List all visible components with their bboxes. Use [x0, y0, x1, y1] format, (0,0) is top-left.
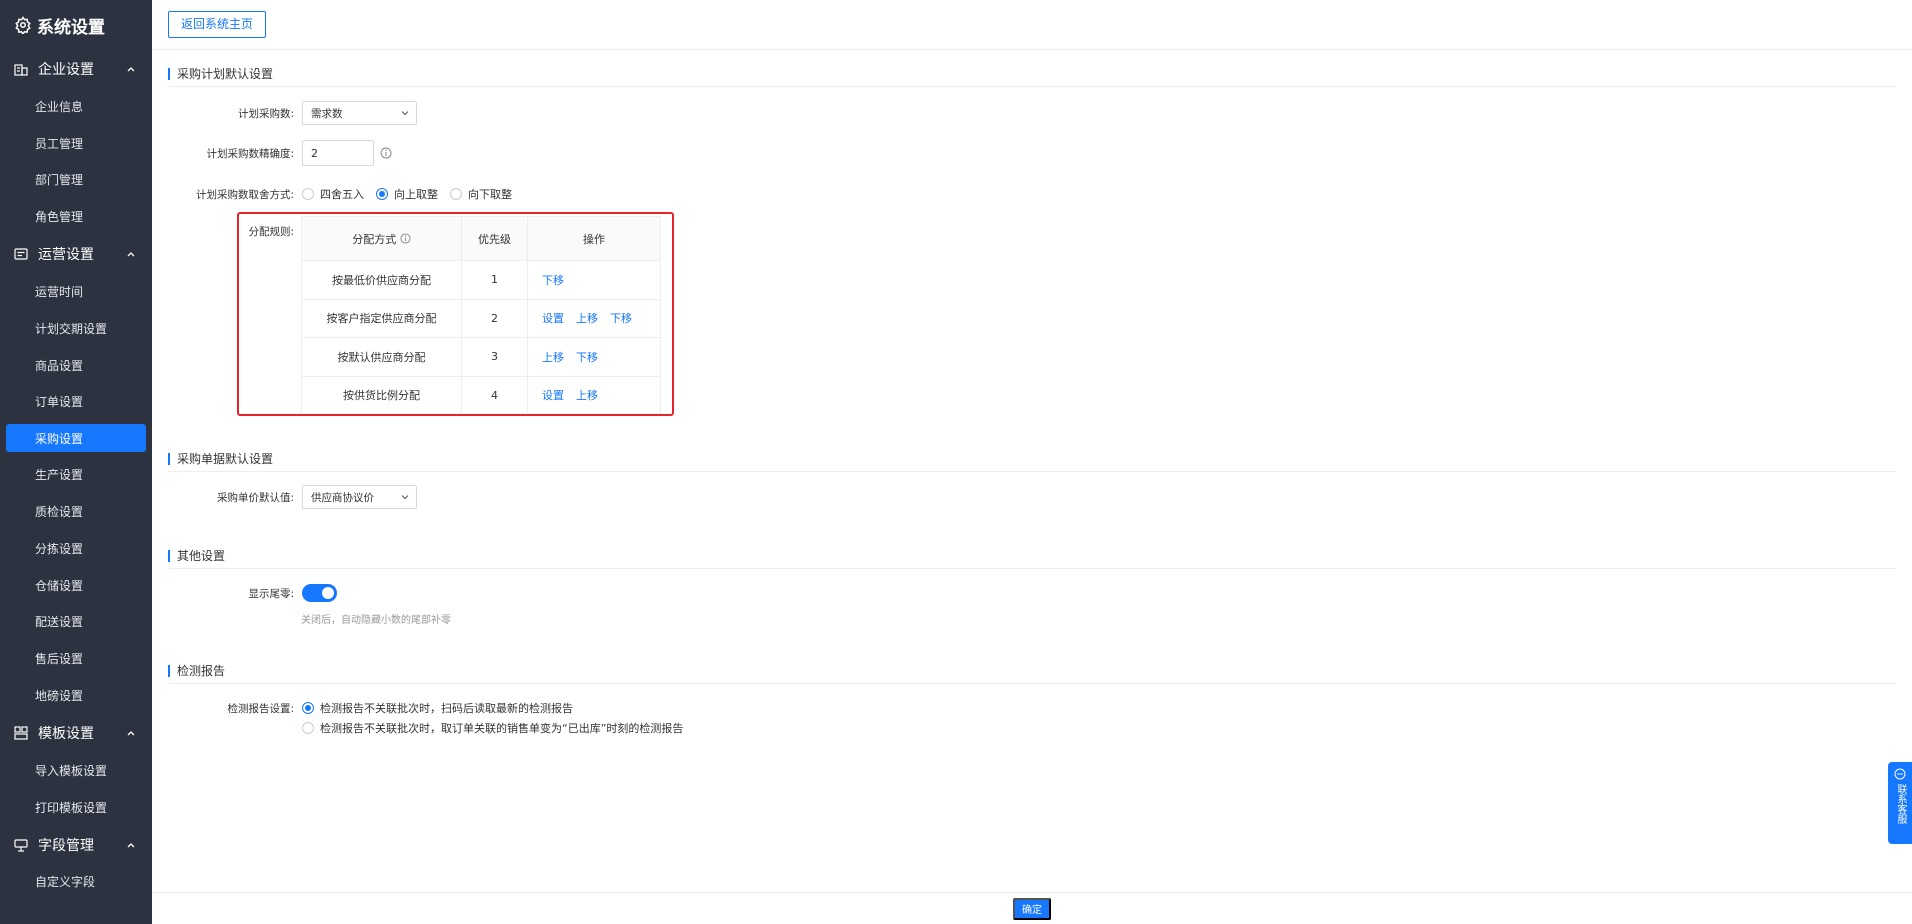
sidebar-item[interactable]: 打印模板设置 — [0, 789, 152, 826]
section-plan: 采购计划默认设置 — [168, 68, 1896, 87]
qty-row: 计划采购数: 需求数 — [152, 101, 417, 125]
sidebar-title: 系统设置 — [0, 0, 152, 50]
sidebar-item[interactable]: 导入模板设置 — [0, 752, 152, 789]
sidebar-title-text: 系统设置 — [37, 17, 105, 38]
section-title: 采购计划默认设置 — [168, 68, 1896, 80]
sidebar-group-label: 企业设置 — [38, 62, 94, 78]
sidebar-group-label: 运营设置 — [38, 247, 94, 264]
sidebar-group-templates[interactable]: 模板设置 — [0, 714, 152, 752]
sidebar-group-enterprise[interactable]: 企业设置 — [0, 50, 152, 88]
sidebar-item[interactable]: 配送设置 — [0, 604, 152, 641]
tail-zero-toggle[interactable] — [302, 584, 337, 602]
select-value: 需求数 — [311, 107, 343, 120]
sidebar-item[interactable]: 生产设置 — [0, 456, 152, 493]
field-label: 显示尾零: — [248, 587, 294, 600]
sidebar-item[interactable]: 自定义字段 — [0, 864, 152, 901]
price-select[interactable]: 供应商协议价 — [302, 485, 417, 509]
radio-circle-checked — [302, 702, 314, 714]
section-title: 检测报告 — [168, 665, 1896, 677]
customer-service-label: 联系客服 — [1895, 784, 1906, 824]
sidebar-item[interactable]: 企业信息 — [0, 88, 152, 125]
chevron-up-icon — [127, 67, 135, 72]
qty-select[interactable]: 需求数 — [302, 101, 417, 125]
sidebar-group-fields[interactable]: 字段管理 — [0, 826, 152, 864]
chat-icon — [1894, 768, 1906, 780]
sidebar-item[interactable]: 地磅设置 — [0, 677, 152, 714]
tail-row: 显示尾零: — [152, 584, 337, 602]
radio-label: 检测报告不关联批次时，取订单关联的销售单变为“已出库”时刻的检测报告 — [320, 722, 684, 735]
radio-round-half[interactable]: 四舍五入 — [302, 186, 364, 202]
radio-circle-checked — [376, 188, 388, 200]
section-report: 检测报告 — [168, 665, 1896, 684]
field-label: 计划采购数: — [237, 107, 294, 120]
sidebar-item[interactable]: 质检设置 — [0, 493, 152, 530]
rounding-row: 计划采购数取舍方式: 四舍五入 向上取整 向下取整 — [152, 186, 524, 202]
radio-round-up[interactable]: 向上取整 — [376, 186, 438, 202]
field-label: 计划采购数取舍方式: — [195, 188, 294, 201]
back-to-home-button[interactable]: 返回系统主页 — [168, 11, 267, 38]
field-label: 检测报告设置: — [227, 702, 294, 715]
select-value: 供应商协议价 — [311, 491, 374, 504]
section-title: 其他设置 — [168, 550, 1896, 562]
chevron-down-icon — [401, 111, 409, 116]
sidebar-item[interactable]: 运营时间 — [0, 273, 152, 310]
section-title: 采购单据默认设置 — [168, 453, 1896, 465]
section-other: 其他设置 — [168, 550, 1896, 569]
precision-input[interactable]: 2 — [302, 140, 374, 166]
sidebar-item[interactable]: 角色管理 — [0, 198, 152, 235]
radio-label: 向上取整 — [394, 188, 438, 201]
sidebar-item[interactable]: 分拣设置 — [0, 530, 152, 567]
chevron-up-icon — [127, 731, 135, 736]
chevron-up-icon — [127, 842, 135, 848]
section-doc: 采购单据默认设置 — [168, 453, 1896, 472]
report-row-2: 检测报告不关联批次时，取订单关联的销售单变为“已出库”时刻的检测报告 — [302, 720, 695, 736]
price-row: 采购单价默认值: 供应商协议价 — [152, 485, 417, 509]
radio-label: 向下取整 — [468, 188, 512, 201]
field-label: 采购单价默认值: — [216, 491, 294, 504]
sidebar-item[interactable]: 部门管理 — [0, 162, 152, 199]
radio-circle — [302, 188, 314, 200]
radio-circle — [302, 722, 314, 734]
sidebar-item[interactable]: 售后设置 — [0, 640, 152, 677]
sidebar-item[interactable]: 商品设置 — [0, 347, 152, 384]
sidebar-item[interactable]: 员工管理 — [0, 125, 152, 162]
radio-label: 检测报告不关联批次时，扫码后读取最新的检测报告 — [320, 702, 573, 715]
topbar: 返回系统主页 — [152, 0, 1912, 50]
sidebar: 系统设置 企业设置 企业信息 员工管理 部门管理 角色管理 运营设置 运营时间 … — [0, 0, 152, 924]
field-icon — [14, 838, 28, 852]
radio-circle — [450, 188, 462, 200]
radio-label: 四舍五入 — [320, 188, 364, 201]
footer-bar: 确定 — [152, 892, 1912, 924]
radio-report-latest[interactable]: 检测报告不关联批次时，扫码后读取最新的检测报告 — [302, 700, 573, 716]
sidebar-item[interactable]: 仓储设置 — [0, 567, 152, 604]
info-icon[interactable] — [380, 147, 392, 159]
list-icon — [14, 247, 28, 261]
radio-report-shipped[interactable]: 检测报告不关联批次时，取订单关联的销售单变为“已出库”时刻的检测报告 — [302, 720, 683, 736]
sidebar-item-purchase-active[interactable]: 采购设置 — [6, 424, 146, 453]
building-icon — [14, 62, 28, 76]
template-icon — [14, 726, 28, 740]
sidebar-item[interactable]: 订单设置 — [0, 384, 152, 421]
chevron-up-icon — [127, 252, 135, 257]
gear-icon — [15, 16, 31, 34]
chevron-down-icon — [401, 495, 409, 500]
highlight-box — [237, 212, 674, 416]
tail-hint: 关闭后，自动隐藏小数的尾部补零 — [301, 615, 451, 626]
precision-row: 计划采购数精确度: 2 — [152, 140, 392, 166]
radio-round-down[interactable]: 向下取整 — [450, 186, 512, 202]
customer-service-button[interactable]: 联系客服 — [1888, 762, 1912, 844]
sidebar-group-operations[interactable]: 运营设置 — [0, 235, 152, 273]
report-row: 检测报告设置: 检测报告不关联批次时，扫码后读取最新的检测报告 — [152, 700, 585, 716]
field-label: 计划采购数精确度: — [206, 147, 294, 160]
sidebar-group-label: 字段管理 — [38, 837, 94, 854]
sidebar-item[interactable]: 计划交期设置 — [0, 310, 152, 347]
confirm-button[interactable]: 确定 — [1013, 897, 1051, 920]
sidebar-group-label: 模板设置 — [38, 725, 94, 742]
main-content: 返回系统主页 采购计划默认设置 计划采购数: 需求数 计划采购数精确度: 2 计… — [152, 0, 1912, 924]
